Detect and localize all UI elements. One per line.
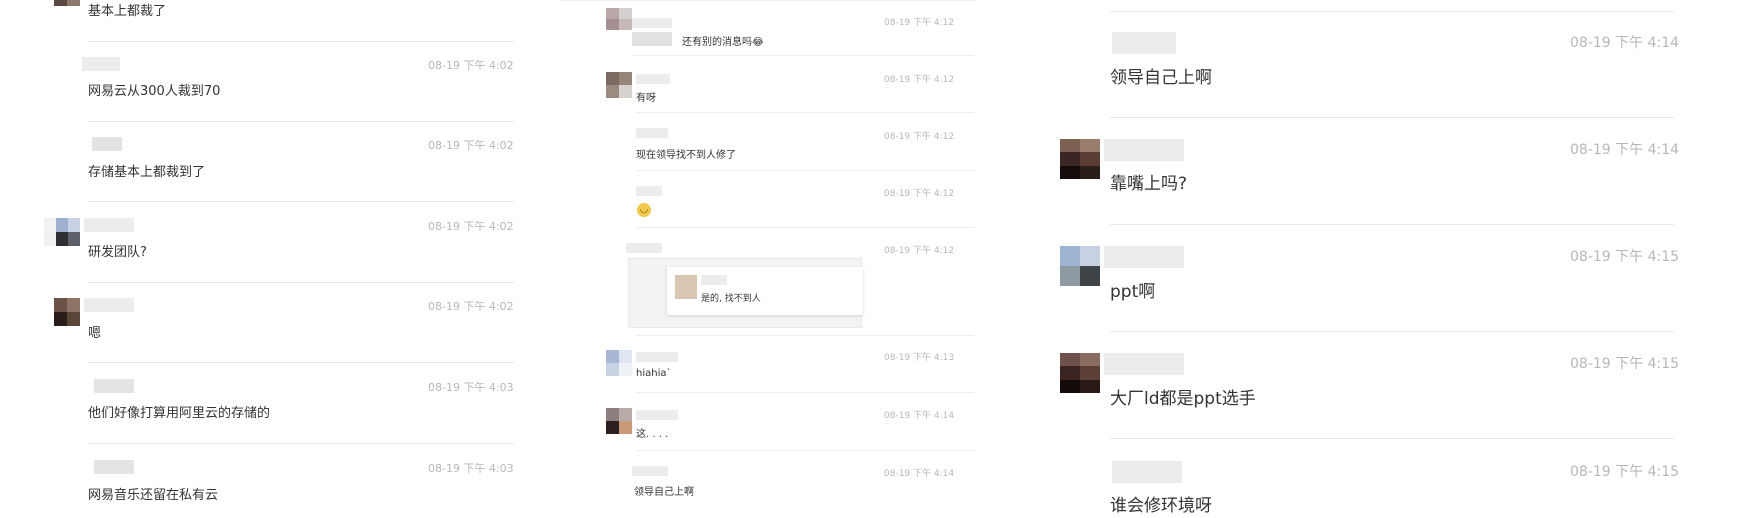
sender-name	[82, 57, 120, 71]
avatar[interactable]	[54, 0, 80, 6]
smile-emoji-icon: ◡	[637, 203, 651, 217]
avatar	[675, 275, 697, 299]
message-text: 他们好像打算用阿里云的存储的	[88, 406, 271, 421]
sender-name	[94, 460, 134, 474]
divider	[560, 0, 975, 1]
divider	[636, 392, 974, 393]
message-time: 08-19 下午 4:12	[884, 18, 955, 28]
message-time: 08-19 下午 4:03	[428, 381, 514, 394]
divider	[636, 335, 974, 336]
sender-name	[94, 379, 134, 393]
message-text: 有呀	[636, 93, 656, 104]
sender-name	[636, 74, 670, 84]
message-text: 研发团队?	[88, 245, 147, 260]
message-time: 08-19 下午 4:15	[1570, 356, 1680, 372]
sender-name	[1112, 32, 1176, 54]
sender-name	[626, 243, 662, 253]
message-time: 08-19 下午 4:15	[1570, 464, 1680, 480]
message-text: 基本上都裁了	[88, 4, 167, 19]
message-time: 08-19 下午 4:12	[884, 132, 955, 142]
divider	[88, 362, 514, 363]
message-text: 现在领导找不到人修了	[636, 150, 736, 161]
message-time: 08-19 下午 4:02	[428, 220, 514, 233]
avatar[interactable]	[1060, 246, 1100, 286]
message-text: 存储基本上都裁到了	[88, 165, 206, 180]
message-text: 领导自己上啊	[634, 487, 694, 498]
chat-column-right: 08-19 下午 4:14 领导自己上啊 08-19 下午 4:14 靠嘴上吗?…	[1060, 0, 1754, 518]
avatar[interactable]	[1060, 353, 1100, 393]
avatar[interactable]	[606, 350, 632, 376]
sender-name	[1112, 461, 1182, 483]
message-text: 还有别的消息吗😂	[682, 37, 764, 48]
divider	[1110, 11, 1674, 12]
quoted-text: 是的, 找不到人	[701, 294, 761, 304]
divider	[88, 282, 514, 283]
sender-name	[636, 128, 668, 138]
message-time: 08-19 下午 4:15	[1570, 249, 1680, 265]
sender-name	[636, 186, 662, 196]
sender-name	[636, 352, 678, 362]
image-attachment[interactable]: 是的, 找不到人	[628, 258, 863, 328]
sender-name	[632, 466, 668, 476]
message-text: 网易音乐还留在私有云	[88, 488, 219, 503]
avatar[interactable]	[1060, 139, 1100, 179]
message-text: 大厂ld都是ppt选手	[1110, 389, 1256, 409]
divider	[88, 443, 514, 444]
sender-name	[92, 137, 122, 151]
message-time: 08-19 下午 4:02	[428, 300, 514, 313]
quoted-message-card: 是的, 找不到人	[667, 267, 863, 315]
message-text: 领导自己上啊	[1110, 68, 1212, 88]
sender-name	[84, 218, 134, 232]
sender-name	[632, 18, 672, 28]
sender-name	[701, 275, 727, 285]
sender-name	[632, 32, 672, 46]
sender-name	[636, 410, 678, 420]
avatar[interactable]	[606, 72, 632, 98]
message-text: ppt啊	[1110, 282, 1156, 302]
message-time: 08-19 下午 4:12	[884, 189, 955, 199]
message-text: 靠嘴上吗?	[1110, 174, 1188, 194]
divider	[1110, 224, 1674, 225]
chat-column-left: 基本上都裁了 08-19 下午 4:02 网易云从300人裁到70 08-19 …	[0, 0, 560, 518]
divider	[636, 227, 974, 228]
message-time: 08-19 下午 4:14	[1570, 142, 1680, 158]
message-text: hiahia`	[636, 368, 672, 379]
message-text: 网易云从300人裁到70	[88, 84, 221, 99]
avatar[interactable]	[44, 218, 80, 246]
message-time: 08-19 下午 4:02	[428, 59, 514, 72]
message-time: 08-19 下午 4:12	[884, 246, 955, 256]
message-time: 08-19 下午 4:03	[428, 462, 514, 475]
avatar[interactable]	[606, 408, 632, 434]
sender-name	[1104, 139, 1184, 161]
divider	[88, 121, 514, 122]
message-text: 谁会修环境呀	[1110, 496, 1212, 516]
message-time: 08-19 下午 4:13	[884, 353, 955, 363]
divider	[636, 450, 974, 451]
message-time: 08-19 下午 4:14	[884, 411, 955, 421]
message-time: 08-19 下午 4:14	[1570, 35, 1680, 51]
divider	[636, 112, 974, 113]
divider	[1110, 117, 1674, 118]
avatar[interactable]	[54, 298, 80, 326]
divider	[88, 41, 514, 42]
sender-name	[1104, 353, 1184, 375]
divider	[1110, 438, 1674, 439]
message-time: 08-19 下午 4:12	[884, 75, 955, 85]
divider	[632, 55, 974, 56]
divider	[1110, 331, 1674, 332]
message-text: 嗯	[88, 326, 102, 341]
chat-column-middle: 08-19 下午 4:12 还有别的消息吗😂 08-19 下午 4:12 有呀 …	[560, 0, 980, 518]
avatar[interactable]	[606, 8, 632, 30]
divider	[88, 201, 514, 202]
message-text: 这. . . .	[636, 429, 669, 440]
divider	[636, 170, 974, 171]
sender-name	[1104, 246, 1184, 268]
sender-name	[84, 298, 134, 312]
message-time: 08-19 下午 4:02	[428, 139, 514, 152]
message-time: 08-19 下午 4:14	[884, 469, 955, 479]
